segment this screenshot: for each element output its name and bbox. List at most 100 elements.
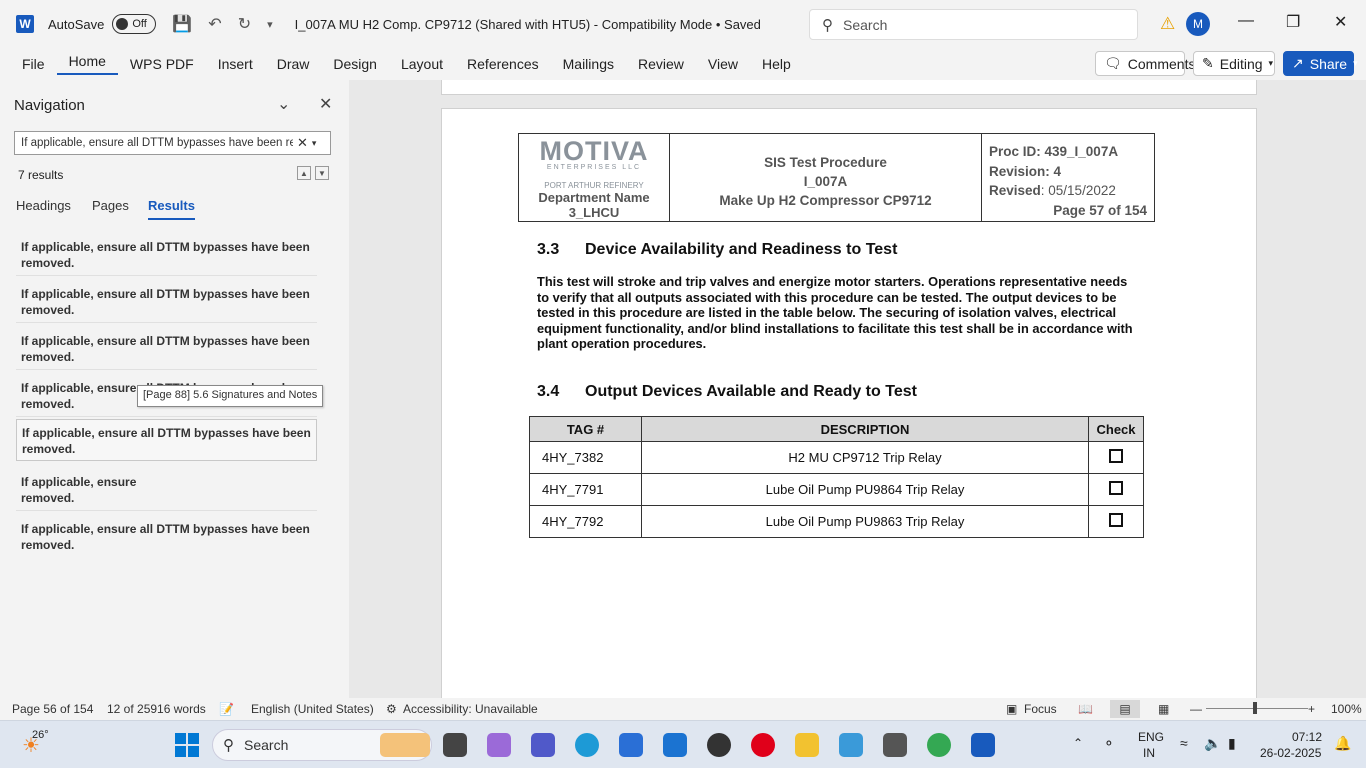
copilot-icon[interactable] (487, 733, 511, 757)
page-indicator[interactable]: Page 56 of 154 (12, 702, 93, 716)
tab-view[interactable]: View (696, 56, 750, 72)
clear-search-icon[interactable]: ✕ (297, 135, 308, 151)
dell-icon[interactable] (707, 733, 731, 757)
battery-icon[interactable]: ▮ (1228, 735, 1236, 752)
comments-button[interactable]: 🗨 Comments (1095, 51, 1195, 76)
redo-icon[interactable]: ↻ (238, 14, 251, 34)
next-result-icon[interactable]: ▼ (315, 166, 329, 180)
checkbox[interactable] (1109, 481, 1123, 495)
maximize-icon[interactable]: ❐ (1286, 12, 1300, 32)
zoom-slider[interactable] (1206, 708, 1308, 709)
search-result-item[interactable]: If applicable, ensure all DTTM bypasses … (16, 282, 317, 323)
word-taskbar-icon[interactable] (971, 733, 995, 757)
show-hidden-icons-icon[interactable]: ⌃ (1073, 736, 1083, 750)
proofing-icon[interactable]: 📝 (219, 702, 234, 716)
tab-mailings[interactable]: Mailings (551, 56, 626, 72)
tab-wps-pdf[interactable]: WPS PDF (118, 56, 206, 72)
tab-headings[interactable]: Headings (16, 198, 71, 213)
comment-icon: 🗨 (1104, 55, 1122, 71)
comments-label: Comments (1127, 55, 1196, 72)
search-result-item-selected[interactable]: If applicable, ensure all DTTM bypasses … (16, 419, 317, 461)
clock-date[interactable]: 26-02-2025 (1260, 746, 1321, 760)
tab-pages[interactable]: Pages (92, 198, 129, 213)
windows-start-icon[interactable] (175, 733, 199, 757)
edge-icon[interactable] (575, 733, 599, 757)
save-icon[interactable]: 💾 (172, 14, 192, 34)
zoom-slider-thumb[interactable] (1253, 702, 1257, 714)
table-row: 4HY_7791 Lube Oil Pump PU9864 Trip Relay (529, 473, 1144, 506)
tab-file[interactable]: File (10, 56, 57, 72)
editing-button[interactable]: ✎ Editing ▾ (1193, 51, 1275, 76)
checkbox[interactable] (1109, 449, 1123, 463)
word-count[interactable]: 12 of 25916 words (107, 702, 206, 716)
network-icon[interactable]: ⚬ (1103, 735, 1115, 752)
zoom-level[interactable]: 100% (1331, 702, 1362, 716)
zoom-out-icon[interactable]: — (1190, 702, 1202, 716)
chrome-icon[interactable] (927, 733, 951, 757)
zoom-in-icon[interactable]: + (1308, 702, 1315, 716)
search-result-item[interactable]: If applicable, ensure all DTTM bypasses … (16, 517, 317, 558)
start-tile (188, 733, 199, 744)
input-language[interactable]: ENG (1138, 730, 1164, 744)
chevron-down-icon[interactable]: ▾ (312, 138, 317, 149)
result-partial-end: removed. (21, 491, 75, 505)
autosave-toggle[interactable]: Off (112, 14, 157, 34)
close-icon[interactable]: ✕ (319, 94, 332, 114)
tab-design[interactable]: Design (321, 56, 389, 72)
accessibility-status[interactable]: Accessibility: Unavailable (403, 702, 538, 716)
document-title[interactable]: I_007A MU H2 Comp. CP9712 (Shared with H… (295, 17, 761, 32)
notification-icon[interactable]: 🔔 (1334, 735, 1351, 752)
app-icon[interactable] (883, 733, 907, 757)
language[interactable]: English (United States) (251, 702, 374, 716)
photos-icon[interactable] (839, 733, 863, 757)
checkbox[interactable] (1109, 513, 1123, 527)
web-layout-icon[interactable]: ▦ (1158, 702, 1169, 716)
taskbar: ☀ 26° ⚲ Search ⌃ ⚬ ENG IN ≈ 🔈 ▮ 07:12 26-… (0, 720, 1366, 768)
nav-search-input[interactable]: If applicable, ensure all DTTM bypasses … (14, 131, 331, 155)
focus-button[interactable]: Focus (1024, 702, 1057, 716)
tab-home[interactable]: Home (56, 53, 118, 75)
section-title: Output Devices Available and Ready to Te… (585, 383, 917, 400)
share-button[interactable]: ↗ Share ▾ (1283, 51, 1358, 76)
section-paragraph: This test will stroke and trip valves an… (537, 274, 1133, 351)
tag-cell: 4HY_7792 (529, 505, 642, 538)
search-result-item[interactable]: If applicable, ensure all DTTM bypasses … (16, 235, 317, 276)
previous-result-icon[interactable]: ▲ (297, 166, 311, 180)
file-explorer-icon[interactable] (795, 733, 819, 757)
store-icon[interactable] (619, 733, 643, 757)
search-result-item[interactable]: If applicable, ensure all DTTM bypasses … (16, 329, 317, 370)
tab-help[interactable]: Help (750, 56, 803, 72)
search-box[interactable]: ⚲ Search (809, 9, 1138, 40)
search-icon: ⚲ (223, 737, 234, 754)
close-window-icon[interactable]: ✕ (1334, 12, 1347, 32)
tab-insert[interactable]: Insert (206, 56, 265, 72)
teams-icon[interactable] (531, 733, 555, 757)
clock-time[interactable]: 07:12 (1292, 730, 1322, 744)
document-header-table: MOTIVA ENTERPRISES LLC PORT ARTHUR REFIN… (518, 133, 1155, 222)
print-layout-icon[interactable]: ▤ (1110, 700, 1140, 718)
wifi-icon[interactable]: ≈ (1180, 735, 1188, 751)
search-result-item[interactable]: If applicable, ensure removed. (16, 470, 317, 511)
tab-review[interactable]: Review (626, 56, 696, 72)
tab-draw[interactable]: Draw (265, 56, 322, 72)
chevron-down-icon: ▾ (1353, 58, 1358, 68)
minimize-icon[interactable]: — (1238, 12, 1254, 30)
weather-temp[interactable]: 26° (32, 729, 49, 741)
undo-icon[interactable]: ↶ (208, 14, 221, 34)
page-number: Page 57 of 154 (1053, 202, 1147, 218)
power-automate-icon[interactable] (663, 733, 687, 757)
customize-quick-access-icon[interactable]: ▾ (267, 18, 273, 31)
input-region[interactable]: IN (1143, 746, 1155, 760)
tab-references[interactable]: References (455, 56, 551, 72)
opera-icon[interactable] (751, 733, 775, 757)
avatar[interactable]: M (1186, 12, 1210, 36)
volume-icon[interactable]: 🔈 (1204, 735, 1221, 752)
search-placeholder: Search (843, 16, 888, 33)
tab-results[interactable]: Results (148, 198, 195, 220)
warning-icon[interactable]: ⚠ (1160, 14, 1175, 34)
tab-layout[interactable]: Layout (389, 56, 455, 72)
chevron-down-icon[interactable]: ⌄ (277, 94, 290, 114)
task-view-icon[interactable] (443, 733, 467, 757)
read-mode-icon[interactable]: 📖 (1078, 702, 1093, 716)
start-tile (175, 733, 186, 744)
